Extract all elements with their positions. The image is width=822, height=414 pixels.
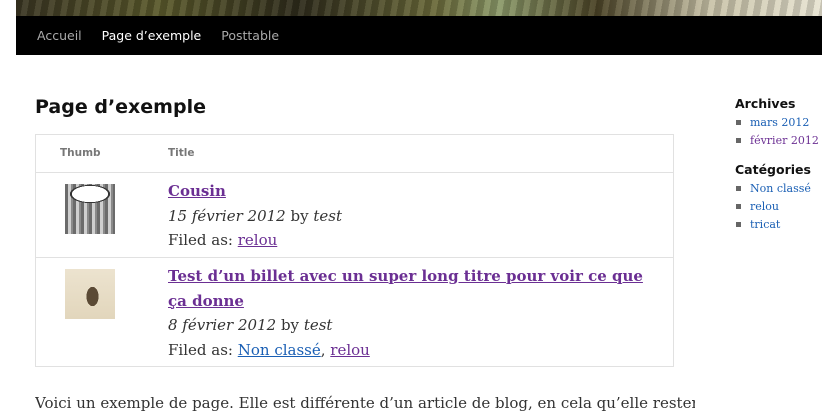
sidebar: Archives mars 2012 février 2012 Catégori…	[735, 96, 822, 246]
category-link-relou[interactable]: relou	[330, 341, 370, 359]
post-categories: Filed as: relou	[168, 228, 653, 253]
list-item: mars 2012	[735, 114, 822, 132]
category-separator: ,	[320, 340, 331, 359]
categories-title: Catégories	[735, 162, 811, 177]
post-by: by	[280, 316, 300, 334]
table-row: Test d’un billet avec un super long titr…	[36, 258, 673, 366]
row-text: Test d’un billet avec un super long titr…	[168, 264, 653, 362]
categories-widget: Catégories Non classé relou tricat	[735, 162, 822, 234]
post-listing-table: Thumb Title Cousin 15 février 2012 by te…	[35, 134, 674, 367]
table-row: Cousin 15 février 2012 by test Filed as:…	[36, 173, 673, 258]
listing-header: Thumb Title	[36, 135, 673, 173]
post-title-link[interactable]: Test d’un billet avec un super long titr…	[168, 264, 653, 313]
nav-item-posttable[interactable]: Posttable	[221, 28, 279, 43]
column-header-title: Title	[168, 147, 195, 159]
post-meta: 15 février 2012 by test	[168, 204, 653, 229]
archives-title: Archives	[735, 96, 796, 111]
post-title-link[interactable]: Cousin	[168, 179, 653, 204]
post-categories: Filed as: Non classé, relou	[168, 338, 653, 363]
row-text: Cousin 15 février 2012 by test Filed as:…	[168, 179, 653, 253]
nav-item-accueil[interactable]: Accueil	[37, 28, 82, 43]
filed-label: Filed as:	[168, 231, 233, 249]
post-by: by	[290, 206, 309, 225]
category-link-non-classe[interactable]: Non classé	[750, 182, 811, 195]
archives-widget: Archives mars 2012 février 2012	[735, 96, 822, 150]
categories-list: Non classé relou tricat	[735, 180, 822, 234]
page-title: Page d’exemple	[35, 96, 206, 118]
category-link-relou[interactable]: relou	[238, 231, 278, 249]
post-meta: 8 février 2012 by test	[168, 313, 653, 338]
main-navigation: Accueil Page d’exemple Posttable	[16, 16, 822, 55]
category-link-tricat[interactable]: tricat	[750, 218, 780, 231]
list-item: février 2012	[735, 132, 822, 150]
post-author: test	[303, 316, 333, 334]
category-link-relou[interactable]: relou	[750, 200, 779, 213]
comic-panel-thumbnail-icon[interactable]	[65, 184, 115, 234]
post-date: 8 février 2012	[168, 316, 277, 334]
archives-list: mars 2012 février 2012	[735, 114, 822, 150]
list-item: tricat	[735, 216, 822, 234]
category-link-non-classe[interactable]: Non classé	[238, 341, 321, 359]
post-author: test	[313, 206, 342, 225]
archive-link-fevrier-2012[interactable]: février 2012	[750, 134, 819, 147]
column-header-thumb: Thumb	[60, 147, 101, 159]
filed-label: Filed as:	[168, 340, 233, 359]
archive-link-mars-2012[interactable]: mars 2012	[750, 116, 809, 129]
post-date: 15 février 2012	[168, 206, 286, 225]
list-item: relou	[735, 198, 822, 216]
horse-rider-thumbnail-icon[interactable]	[65, 269, 115, 319]
nav-item-page-exemple[interactable]: Page d’exemple	[102, 28, 202, 43]
list-item: Non classé	[735, 180, 822, 198]
page-intro-text: Voici un exemple de page. Elle est diffé…	[35, 394, 695, 412]
header-image	[16, 0, 822, 16]
